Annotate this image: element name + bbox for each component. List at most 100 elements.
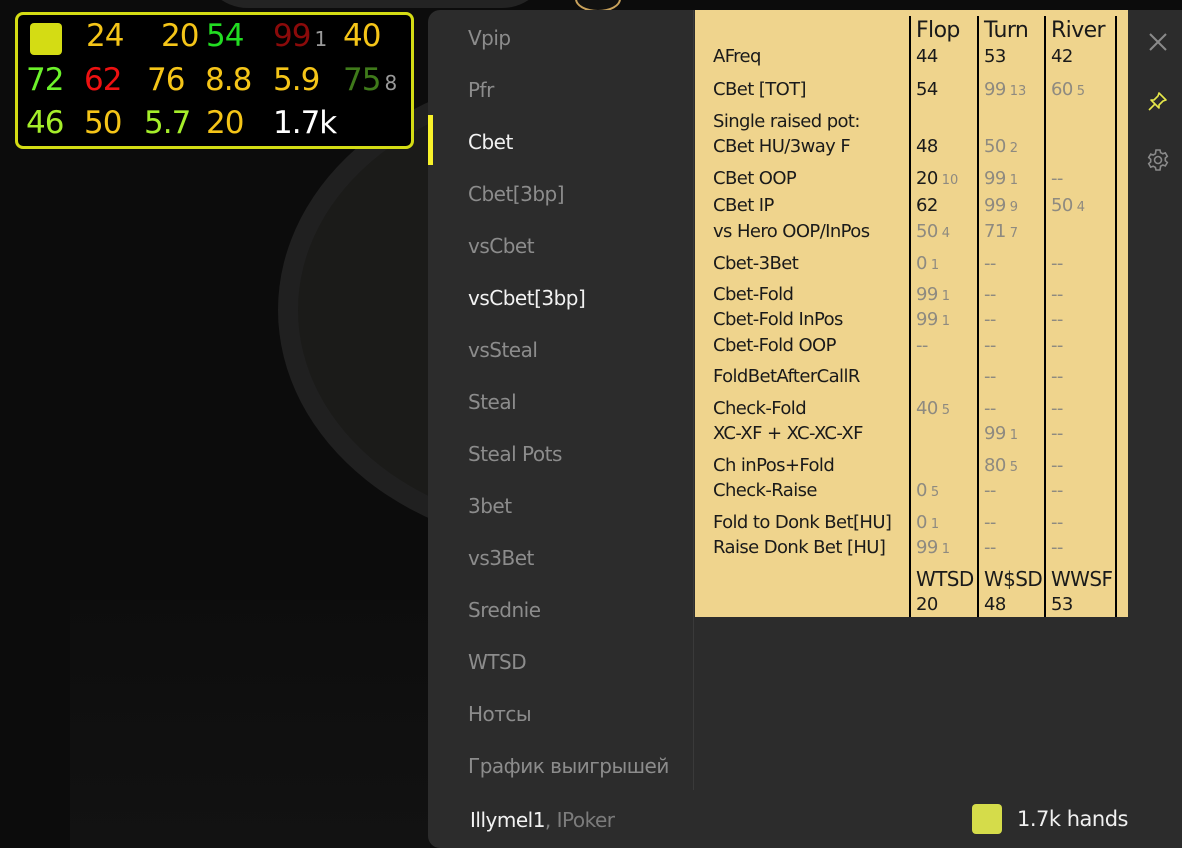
stat-value[interactable]: 50 4 [916,221,950,242]
footer-value[interactable]: 53 [1051,594,1073,615]
hud-stat[interactable]: 99 1 [273,18,327,57]
stat-value[interactable]: 42 [1051,46,1073,67]
stat-value[interactable]: 99 1 [916,537,950,558]
footer-value[interactable]: 48 [984,594,1006,615]
hud-stat[interactable]: 5.9 [273,62,320,98]
stat-value[interactable]: -- [984,537,996,558]
nav-item-wtsd[interactable]: WTSD [468,650,527,674]
stat-value[interactable]: 48 [916,136,938,157]
hud-stat[interactable]: 50 [84,105,122,141]
stat-value[interactable]: -- [984,309,996,330]
hud-stat-value: 8.8 [205,62,252,98]
hud-stat[interactable]: 54 [206,18,244,54]
stat-value[interactable]: -- [1051,335,1063,356]
hud-stat[interactable]: 62 [84,62,122,98]
hud-stat[interactable]: 72 [26,62,64,98]
stat-value[interactable]: 50 2 [984,136,1018,157]
hud-stat[interactable]: 8.8 [205,62,252,98]
nav-item-srednie[interactable]: Srednie [468,598,541,622]
hud-stat[interactable]: 5.7 [144,105,191,141]
stat-percent: -- [1051,512,1063,533]
stat-value[interactable]: 99 1 [984,423,1018,444]
stat-value[interactable]: -- [984,512,996,533]
stat-value[interactable]: 99 1 [916,284,950,305]
pin-button[interactable] [1145,88,1171,114]
nav-item-vscbet-3bp-[interactable]: vsCbet[3bp] [468,286,586,310]
player-site: IPoker [556,808,615,832]
stat-value[interactable]: 99 9 [984,195,1018,216]
stat-value[interactable]: -- [1051,253,1063,274]
stat-value[interactable]: 99 1 [916,309,950,330]
nav-item-vs3bet[interactable]: vs3Bet [468,546,534,570]
stat-value[interactable]: -- [1051,537,1063,558]
hud-stat[interactable]: 75 8 [343,62,397,101]
hands-color-badge[interactable] [972,804,1002,834]
close-button[interactable] [1145,29,1171,55]
hud-stat[interactable]: 46 [26,105,64,141]
stat-value[interactable]: 99 1 [984,168,1018,189]
player-hud[interactable]: 24 20 54 99 1 40 72 62 76 8.8 5.9 75 8 46 50 5.7 20 1.7k [15,12,414,149]
stat-value[interactable]: -- [1051,309,1063,330]
player-name[interactable]: Illymel1 [470,808,545,832]
stat-value[interactable]: 05 [916,480,939,501]
stat-value[interactable]: 20 10 [916,168,958,189]
stat-value[interactable]: 54 [916,79,938,100]
stat-sample-count: 5 [930,485,940,500]
nav-item-steal[interactable]: Steal [468,390,517,414]
hud-stat[interactable]: 40 [343,18,381,54]
stat-value[interactable]: 53 [984,46,1006,67]
nav-item-steal-pots[interactable]: Steal Pots [468,442,562,466]
stat-value[interactable]: -- [1051,366,1063,387]
hud-stat[interactable]: 20 [161,18,199,54]
stat-value[interactable]: -- [1051,512,1063,533]
stat-value[interactable]: -- [984,480,996,501]
nav-item-vscbet[interactable]: vsCbet [468,234,535,258]
stat-value[interactable]: -- [984,398,996,419]
nav-item-pfr[interactable]: Pfr [468,78,494,102]
stat-value[interactable]: -- [1051,284,1063,305]
stat-value[interactable]: -- [1051,398,1063,419]
nav-item-cbet[interactable]: Cbet [468,130,513,154]
nav-item-vpip[interactable]: Vpip [468,26,511,50]
hud-stat[interactable]: 24 [86,18,124,54]
column-divider [1044,16,1046,617]
hud-stat[interactable]: 76 [147,62,185,98]
footer-value[interactable]: 20 [916,594,938,615]
stat-value[interactable]: -- [1051,455,1063,476]
stat-value[interactable]: -- [1051,480,1063,501]
stat-value[interactable]: 80 5 [984,455,1018,476]
stat-percent: 60 [1051,79,1073,100]
hud-color-badge[interactable] [30,23,62,55]
stat-value[interactable]: 01 [916,253,939,274]
nav-item-cbet-3bp-[interactable]: Cbet[3bp] [468,182,565,206]
hud-stat[interactable]: 1.7k [273,105,337,141]
stat-percent: -- [1051,398,1063,419]
stat-value[interactable]: 01 [916,512,939,533]
stat-value[interactable]: 60 5 [1051,79,1085,100]
stat-value[interactable]: -- [1051,423,1063,444]
stat-percent: 50 [984,136,1006,157]
nav-item-нотсы[interactable]: Нотсы [468,702,532,726]
footer-header-wtsd: WTSD [916,567,974,591]
stat-value[interactable]: 44 [916,46,938,67]
nav-item-график-выигрышей[interactable]: График выигрышей [468,754,669,778]
stat-value[interactable]: -- [916,335,928,356]
nav-item-3bet[interactable]: 3bet [468,494,512,518]
stat-percent: -- [1051,480,1063,501]
stat-percent: -- [1051,284,1063,305]
stat-value[interactable]: 99 13 [984,79,1026,100]
stat-value[interactable]: 50 4 [1051,195,1085,216]
stat-value[interactable]: 71 7 [984,221,1018,242]
nav-item-vssteal[interactable]: vsSteal [468,338,538,362]
stat-percent: 99 [916,537,938,558]
stat-value[interactable]: -- [984,253,996,274]
stat-value[interactable]: -- [984,284,996,305]
stat-percent: -- [1051,455,1063,476]
stat-value[interactable]: -- [984,366,996,387]
stat-value[interactable]: -- [984,335,996,356]
stat-value[interactable]: 62 [916,195,938,216]
stat-value[interactable]: 40 5 [916,398,950,419]
hud-stat[interactable]: 20 [206,105,244,141]
stat-value[interactable]: -- [1051,168,1063,189]
settings-button[interactable] [1145,147,1171,173]
